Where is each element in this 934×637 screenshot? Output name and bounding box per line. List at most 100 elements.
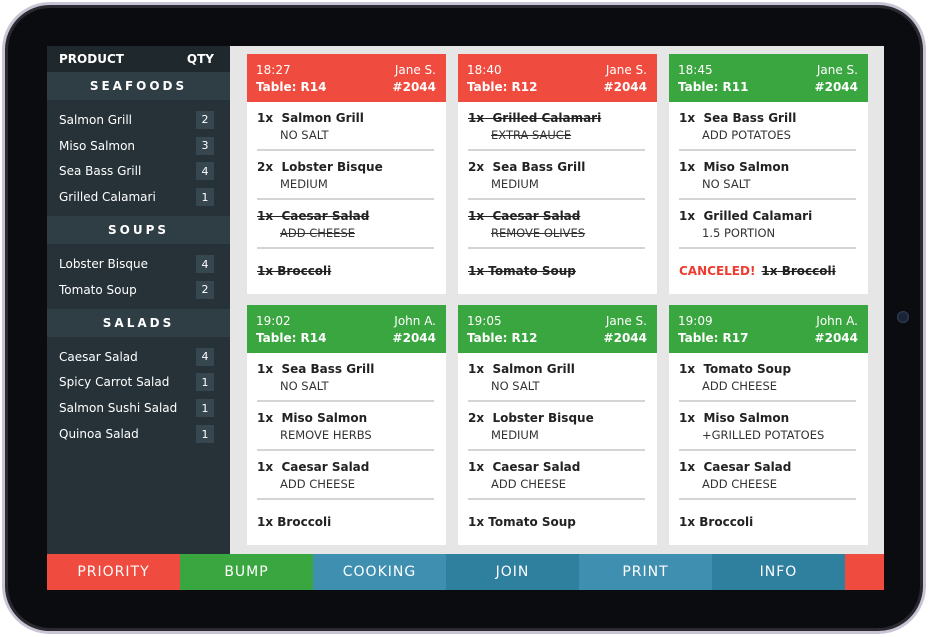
ticket-line-item[interactable]: 1x Tomato Soup [468,249,645,285]
ticket-line-item[interactable]: 1x Miso Salmon NO SALT [679,151,856,200]
join-button[interactable]: JOIN [446,554,579,590]
order-ticket[interactable]: 18:27 Jane S. Table: R14 #2044 1x Salmon Gri… [247,54,446,294]
ticket-line-item[interactable]: 2x Lobster Bisque MEDIUM [257,151,434,200]
modifier-row: NO SALT [257,126,434,143]
modifier-row: ADD CHEESE [679,475,856,492]
qty-column-header: QTY [186,52,214,66]
ticket-line-item[interactable]: 1x Miso Salmon REMOVE HERBS [257,402,434,451]
line-item-row: 1x Tomato Soup [468,262,645,279]
line-item-name: 1x Broccoli [257,263,332,278]
ticket-line-item[interactable]: 1x Tomato Soup ADD CHEESE [679,353,856,402]
line-item-row: 1x Salmon Grill [468,360,645,377]
cooking-button[interactable]: COOKING [313,554,446,590]
action-toolbar: PRIORITY BUMP COOKING JOIN PRINT INFO [47,554,884,590]
line-item-name: 1x Grilled Calamari [468,110,602,125]
modifier-row: MEDIUM [468,426,645,443]
ticket-line-item[interactable]: 1x Broccoli [257,500,434,536]
order-ticket[interactable]: 19:02 John A. Table: R14 #2044 1x Sea Bass G… [247,305,446,545]
line-item-name: 1x Caesar Salad [468,208,581,223]
modifier-row: 1.5 PORTION [679,224,856,241]
sidebar-product-item[interactable]: Grilled Calamari 1 [47,184,230,210]
line-item-modifier: +GRILLED POTATOES [702,427,825,442]
line-item-modifier: ADD CHEESE [702,378,778,393]
ticket-header: 19:05 Jane S. Table: R12 #2044 [458,305,657,353]
ticket-item-list: 1x Grilled Calamari EXTRA SAUCE 2x Sea Bas… [458,102,657,285]
ticket-line-item[interactable]: 1x Salmon Grill NO SALT [468,353,645,402]
product-qty-badge: 4 [196,347,214,366]
bump-button[interactable]: BUMP [180,554,313,590]
ticket-line-item[interactable]: 1x Grilled Calamari 1.5 PORTION [679,200,856,249]
product-name: Tomato Soup [59,282,137,297]
sidebar-product-item[interactable]: Salmon Sushi Salad 1 [47,395,230,421]
line-item-name: 1x Salmon Grill [468,361,575,376]
ticket-table: Table: R12 [467,79,538,94]
info-button[interactable]: INFO [712,554,845,590]
line-item-name: 1x Miso Salmon [679,159,790,174]
ticket-line-item[interactable]: 1x Broccoli [257,249,434,285]
ticket-header: 19:02 John A. Table: R14 #2044 [247,305,446,353]
line-item-modifier: ADD CHEESE [280,225,356,240]
line-item-row: 1x Miso Salmon [257,409,434,426]
line-item-name: 1x Tomato Soup [468,263,576,278]
modifier-row: MEDIUM [257,175,434,192]
ticket-header: 18:40 Jane S. Table: R12 #2044 [458,54,657,102]
ticket-line-item[interactable]: 1x Caesar Salad REMOVE OLIVES [468,200,645,249]
order-ticket[interactable]: 18:40 Jane S. Table: R12 #2044 1x Grilled Ca… [458,54,657,294]
line-item-modifier: EXTRA SAUCE [491,127,572,142]
line-item-row: 1x Miso Salmon [679,409,856,426]
sidebar-product-item[interactable]: Quinoa Salad 1 [47,421,230,447]
product-name: Sea Bass Grill [59,164,142,179]
sidebar-product-item[interactable]: Spicy Carrot Salad 1 [47,370,230,396]
ticket-time: 19:05 [467,313,502,328]
product-qty-badge: 2 [196,280,214,299]
ticket-line-item[interactable]: 1x Caesar Salad ADD CHEESE [257,451,434,500]
product-qty-badge: 1 [196,188,214,207]
ticket-line-item[interactable]: 1x Sea Bass Grill NO SALT [257,353,434,402]
sidebar-product-item[interactable]: Caesar Salad 4 [47,344,230,370]
order-ticket[interactable]: 19:05 Jane S. Table: R12 #2044 1x Salmon Gri… [458,305,657,545]
category-item-list: Caesar Salad 4 Spicy Carrot Salad 1 Salmon S… [47,337,230,453]
product-name: Salmon Sushi Salad [59,401,178,416]
ticket-line-item[interactable]: 1x Sea Bass Grill ADD POTATOES [679,102,856,151]
print-button[interactable]: PRINT [579,554,712,590]
line-item-row: 1x Tomato Soup [468,513,645,530]
order-ticket[interactable]: 19:09 John A. Table: R17 #2044 1x Tomato Sou… [669,305,868,545]
modifier-row: MEDIUM [468,175,645,192]
ticket-order-number: #2044 [603,79,647,94]
ticket-line-item[interactable]: 1x Tomato Soup [468,500,645,536]
line-item-name: 2x Sea Bass Grill [468,159,586,174]
ticket-line-item[interactable]: 1x Caesar Salad ADD CHEESE [679,451,856,500]
ticket-order-number: #2044 [392,79,436,94]
product-name: Salmon Grill [59,112,132,127]
ticket-line-item[interactable]: 1x Miso Salmon +GRILLED POTATOES [679,402,856,451]
line-item-row: 1x Grilled Calamari [468,109,645,126]
line-item-row: 1x Tomato Soup [679,360,856,377]
sidebar-product-item[interactable]: Lobster Bisque 4 [47,251,230,277]
sidebar-product-item[interactable]: Sea Bass Grill 4 [47,159,230,185]
ticket-table: Table: R17 [678,330,749,345]
ticket-server: Jane S. [394,62,436,77]
sidebar-product-item[interactable]: Miso Salmon 3 [47,133,230,159]
order-ticket[interactable]: 18:45 Jane S. Table: R11 #2044 1x Sea Bass G… [669,54,868,294]
product-qty-badge: 1 [196,425,214,444]
product-qty-badge: 1 [196,373,214,392]
kitchen-display-screen: PRODUCT QTY SEAFOODS Salmon Grill 2 Miso Sa… [47,46,884,590]
toolbar-end-cap [845,554,884,590]
ticket-line-item[interactable]: 1x Broccoli [679,500,856,536]
ticket-line-item[interactable]: 2x Sea Bass Grill MEDIUM [468,151,645,200]
modifier-row: REMOVE OLIVES [468,224,645,241]
ticket-line-item[interactable]: 1x Caesar Salad ADD CHEESE [468,451,645,500]
ticket-line-item[interactable]: 1x Grilled Calamari EXTRA SAUCE [468,102,645,151]
product-qty-badge: 3 [196,136,214,155]
priority-button[interactable]: PRIORITY [47,554,180,590]
ticket-order-number: #2044 [603,330,647,345]
ticket-line-item[interactable]: 1x Salmon Grill NO SALT [257,102,434,151]
sidebar-product-item[interactable]: Salmon Grill 2 [47,107,230,133]
ticket-line-item[interactable]: 1x Caesar Salad ADD CHEESE [257,200,434,249]
ticket-line-item[interactable]: CANCELED! 1x Broccoli [679,249,856,285]
line-item-name: 1x Sea Bass Grill [679,110,797,125]
line-item-modifier: MEDIUM [491,176,539,191]
ticket-line-item[interactable]: 2x Lobster Bisque MEDIUM [468,402,645,451]
ticket-table: Table: R11 [678,79,749,94]
sidebar-product-item[interactable]: Tomato Soup 2 [47,277,230,303]
